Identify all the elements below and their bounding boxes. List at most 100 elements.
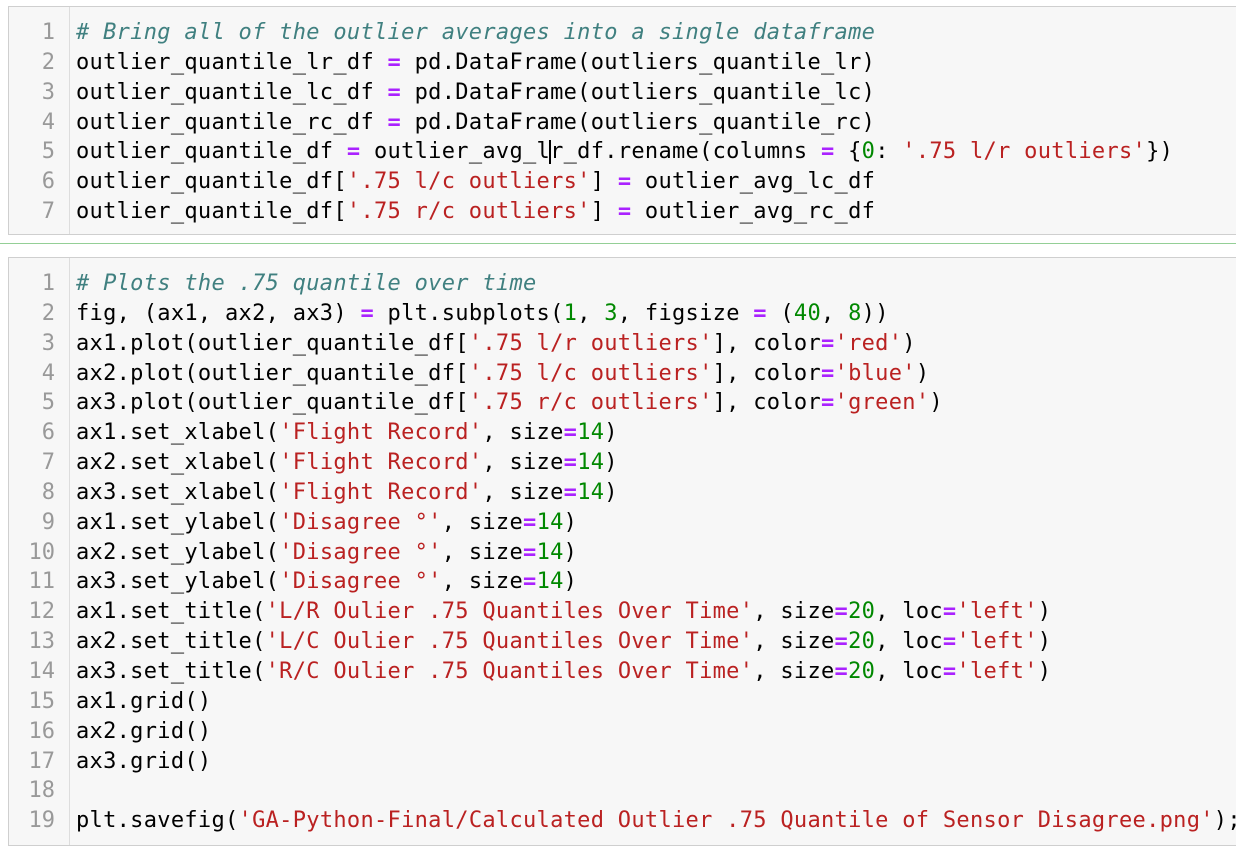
code-token: ) (563, 509, 578, 535)
code-text[interactable]: ax2.plot(outlier_quantile_df['.75 l/c ou… (76, 359, 929, 389)
code-text[interactable]: fig, (ax1, ax2, ax3) = plt.subplots(1, 3… (76, 299, 889, 329)
code-token: = (563, 479, 578, 505)
code-token: = (942, 629, 957, 655)
code-token: # Bring all of the outlier averages into… (76, 20, 876, 45)
code-line[interactable]: 3 ax1.plot(outlier_quantile_df['.75 l/r o… (9, 329, 1236, 359)
code-line[interactable]: 16 ax2.grid() (9, 717, 1236, 747)
line-number: 5 (41, 390, 55, 416)
code-token: outlier_quantile_rc_df (76, 109, 388, 135)
code-text[interactable]: ax2.set_xlabel('Flight Record', size=14) (76, 448, 618, 478)
code-text[interactable]: ax1.set_ylabel('Disagree °', size=14) (76, 508, 577, 538)
code-line[interactable]: 12 ax1.set_title('L/R Oulier .75 Quantile… (9, 597, 1236, 627)
line-number: 11 (28, 569, 56, 595)
code-text[interactable]: ax3.set_ylabel('Disagree °', size=14) (76, 567, 577, 597)
code-text[interactable]: ax1.plot(outlier_quantile_df['.75 l/r ou… (76, 329, 916, 359)
code-text[interactable]: outlier_quantile_lr_df = pd.DataFrame(ou… (76, 48, 875, 78)
code-text[interactable]: ax2.set_ylabel('Disagree °', size=14) (76, 538, 577, 568)
code-line[interactable]: 3 outlier_quantile_lc_df = pd.DataFrame(o… (9, 78, 1236, 108)
code-token: ) (902, 330, 916, 356)
code-text[interactable]: ax1.grid() (76, 687, 211, 717)
code-line[interactable]: 7 outlier_quantile_df['.75 r/c outliers']… (9, 197, 1236, 227)
code-line[interactable]: 19 plt.savefig('GA-Python-Final/Calculate… (9, 806, 1236, 836)
code-text[interactable]: outlier_quantile_df = outlier_avg_lr_df.… (76, 137, 1173, 167)
code-line[interactable]: 7 ax2.set_xlabel('Flight Record', size=14… (9, 448, 1236, 478)
code-token: pd.DataFrame(outliers_quantile_rc) (401, 109, 876, 135)
code-line[interactable]: 2 outlier_quantile_lr_df = pd.DataFrame(o… (9, 48, 1236, 78)
code-token: , loc (875, 629, 943, 655)
code-token: = (617, 169, 632, 195)
code-token: 'Disagree °' (279, 539, 442, 565)
code-text[interactable]: ax3.set_xlabel('Flight Record', size=14) (76, 478, 618, 508)
code-line[interactable]: 4 ax2.plot(outlier_quantile_df['.75 l/c o… (9, 359, 1236, 389)
code-token: ) (1037, 599, 1052, 625)
code-line[interactable]: 9 ax1.set_ylabel('Disagree °', size=14) (9, 508, 1236, 538)
code-token: = (563, 420, 578, 446)
code-text[interactable]: # Plots the .75 quantile over time (76, 269, 537, 299)
code-line[interactable]: 17 ax3.grid() (9, 747, 1236, 777)
code-line[interactable]: 4 outlier_quantile_rc_df = pd.DataFrame(o… (9, 108, 1236, 138)
code-line[interactable]: 10 ax2.set_ylabel('Disagree °', size=14) (9, 538, 1236, 568)
code-text[interactable]: ax3.plot(outlier_quantile_df['.75 r/c ou… (76, 388, 943, 418)
code-token: 'left' (956, 599, 1038, 625)
code-line[interactable]: 6 outlier_quantile_df['.75 l/c outliers']… (9, 167, 1236, 197)
code-text[interactable]: outlier_quantile_lc_df = pd.DataFrame(ou… (76, 78, 875, 108)
code-token: ) (604, 450, 618, 476)
code-text[interactable]: ax2.set_title('L/C Oulier .75 Quantiles … (76, 627, 1051, 657)
line-number: 8 (41, 479, 55, 505)
code-line[interactable]: 1 # Plots the .75 quantile over time (9, 269, 1236, 299)
code-text[interactable]: outlier_quantile_df['.75 l/c outliers'] … (76, 167, 875, 197)
code-line[interactable]: 15 ax1.grid() (9, 687, 1236, 717)
code-token: = (753, 300, 767, 326)
code-line[interactable]: 5 outlier_quantile_df = outlier_avg_lr_df… (9, 137, 1236, 167)
code-text[interactable]: ax3.grid() (76, 747, 211, 777)
line-number: 14 (28, 658, 56, 684)
code-token: ) (929, 390, 943, 416)
line-number: 19 (28, 808, 56, 834)
code-text[interactable]: ax2.grid() (76, 717, 211, 747)
code-editor[interactable]: 1 # Bring all of the outlier averages int… (9, 18, 1236, 227)
code-line[interactable]: 13 ax2.set_title('L/C Oulier .75 Quantile… (9, 627, 1236, 657)
code-text[interactable]: plt.savefig('GA-Python-Final/Calculated … (76, 806, 1236, 836)
code-token: outlier_quantile_df[ (76, 169, 347, 195)
code-line[interactable]: 1 # Bring all of the outlier averages int… (9, 18, 1236, 48)
code-line[interactable]: 14 ax3.set_title('R/C Oulier .75 Quantile… (9, 657, 1236, 687)
code-text[interactable]: ax1.set_title('L/R Oulier .75 Quantiles … (76, 597, 1051, 627)
code-line[interactable]: 18 (9, 776, 1236, 806)
code-text[interactable]: ax3.set_title('R/C Oulier .75 Quantiles … (76, 657, 1051, 687)
code-token: 'Flight Record' (279, 420, 483, 446)
code-line[interactable]: 5 ax3.plot(outlier_quantile_df['.75 r/c o… (9, 388, 1236, 418)
code-token: ], color (712, 360, 821, 386)
code-line[interactable]: 6 ax1.set_xlabel('Flight Record', size=14… (9, 418, 1236, 448)
code-token: ) (1037, 658, 1052, 684)
code-token: = (617, 199, 632, 225)
code-line[interactable]: 8 ax3.set_xlabel('Flight Record', size=14… (9, 478, 1236, 508)
line-number: 9 (41, 509, 55, 535)
code-editor[interactable]: 1 # Plots the .75 quantile over time 2 fig,… (9, 269, 1236, 836)
code-text[interactable]: # Bring all of the outlier averages into… (76, 18, 875, 48)
code-line[interactable]: 2 fig, (ax1, ax2, ax3) = plt.subplots(1, … (9, 299, 1236, 329)
cell-divider (0, 243, 1236, 244)
code-token: r_df.rename(columns (550, 139, 821, 165)
code-token: ( (766, 300, 794, 326)
code-cell-1[interactable]: 1 # Bring all of the outlier averages int… (8, 6, 1236, 235)
line-number: 3 (41, 330, 55, 356)
code-token: 14 (577, 479, 605, 505)
code-token: , (577, 300, 605, 326)
code-text[interactable]: outlier_quantile_rc_df = pd.DataFrame(ou… (76, 108, 875, 138)
code-token: 20 (848, 599, 876, 625)
code-token: 'GA-Python-Final/Calculated Outlier .75 … (238, 808, 1214, 834)
code-token: ) (1037, 629, 1052, 655)
code-cell-2[interactable]: 1 # Plots the .75 quantile over time 2 fig,… (8, 257, 1236, 846)
line-number: 2 (41, 300, 55, 326)
line-number: 3 (41, 79, 55, 105)
code-token: ] (590, 169, 618, 195)
code-text[interactable]: ax1.set_xlabel('Flight Record', size=14) (76, 418, 618, 448)
code-token: ], color (712, 330, 821, 356)
code-line[interactable]: 11 ax3.set_ylabel('Disagree °', size=14) (9, 567, 1236, 597)
code-token: , size (482, 479, 564, 505)
code-token: '.75 r/c outliers' (468, 390, 713, 416)
code-token: , size (441, 509, 524, 535)
code-text[interactable]: outlier_quantile_df['.75 r/c outliers'] … (76, 197, 875, 227)
code-token: 1 (563, 300, 578, 326)
code-token: = (387, 49, 402, 75)
